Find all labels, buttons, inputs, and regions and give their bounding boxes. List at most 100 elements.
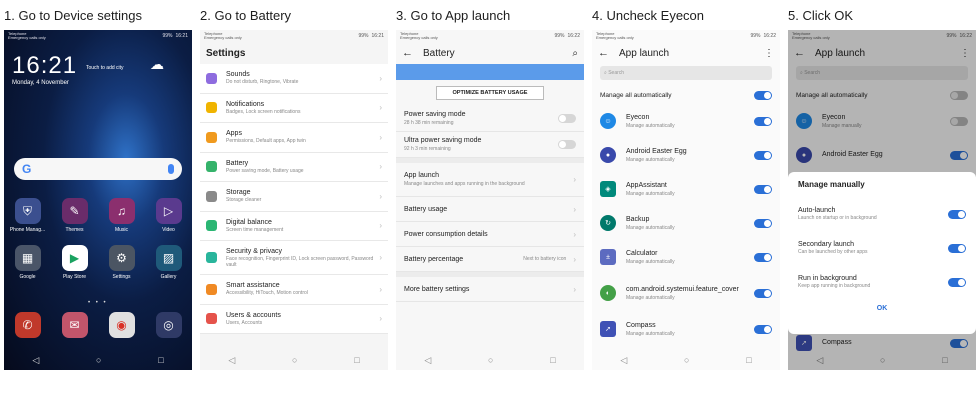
status-bar: Telephone Emergency calls only 99% 16:22	[396, 30, 584, 42]
search-icon[interactable]: ⌕	[572, 48, 578, 59]
home-circle-icon[interactable]: ○	[292, 355, 297, 365]
app-row-eyecon[interactable]: ☺ Eyecon Manage automatically	[592, 104, 780, 138]
item-sub: Screen time management	[226, 226, 284, 233]
item-label: Apps	[226, 130, 242, 138]
home-circle-icon[interactable]: ○	[684, 355, 689, 365]
add-city-link[interactable]: Touch to add city	[86, 65, 124, 71]
app-row-backup[interactable]: ↻ Backup Manage automatically	[592, 206, 780, 240]
back-triangle-icon[interactable]: ◁	[816, 355, 823, 366]
secondary-launch-row[interactable]: Secondary launch Can be launched by other…	[798, 231, 966, 265]
bell-icon	[206, 102, 217, 114]
app-name: Compass	[626, 321, 656, 329]
recents-square-icon[interactable]: □	[746, 355, 751, 365]
settings-item-smart-assistance[interactable]: Smart assistance Accessibility, HiTouch, …	[200, 275, 388, 305]
back-triangle-icon[interactable]: ◁	[228, 355, 235, 366]
run-in-background-toggle[interactable]	[948, 277, 966, 287]
settings-item-notifications[interactable]: Notifications Badges, Lock screen notific…	[200, 93, 388, 123]
app-settings[interactable]: ⚙ Settings	[98, 245, 145, 280]
phone-icon[interactable]: ✆	[14, 312, 41, 338]
app-sub: Manage automatically	[626, 156, 675, 163]
option-sub: Can be launched by other apps	[798, 249, 868, 255]
dialog-title: Manage manually	[798, 180, 865, 189]
more-battery-settings-row[interactable]: More battery settings ›	[396, 277, 584, 302]
settings-item-storage[interactable]: Storage Storage cleaner ›	[200, 182, 388, 212]
recents-square-icon[interactable]: □	[942, 355, 947, 365]
home-circle-icon[interactable]: ○	[488, 355, 493, 365]
power-saving-mode-row[interactable]: Power saving mode 28 h 38 min remaining	[396, 106, 584, 132]
search-input[interactable]: ⌕ Search	[600, 66, 772, 80]
power-saving-toggle[interactable]	[558, 114, 576, 123]
weather-cloud-icon[interactable]: ☁	[150, 56, 164, 73]
google-search-bar[interactable]: G	[14, 158, 182, 180]
backup-toggle[interactable]	[754, 218, 772, 228]
more-vertical-icon[interactable]: ⋮	[764, 48, 774, 59]
easter-egg-toggle[interactable]	[754, 150, 772, 160]
chevron-right-icon: ›	[379, 132, 382, 142]
recents-square-icon[interactable]: □	[158, 355, 163, 365]
battery-usage-row[interactable]: Battery usage ›	[396, 197, 584, 222]
app-row-calculator[interactable]: ± Calculator Manage automatically	[592, 240, 780, 274]
ok-button[interactable]: OK	[798, 305, 966, 312]
app-phone-manager[interactable]: ⛨ Phone Manag...	[4, 198, 51, 233]
settings-item-security[interactable]: Security & privacy Face recognition, Fing…	[200, 241, 388, 275]
app-music[interactable]: ♫ Music	[98, 198, 145, 233]
apps-grid-icon	[206, 131, 217, 143]
home-circle-icon[interactable]: ○	[96, 355, 101, 365]
settings-item-battery[interactable]: Battery Power saving mode, Battery usage ›	[200, 152, 388, 182]
compass-toggle[interactable]	[754, 324, 772, 334]
back-triangle-icon[interactable]: ◁	[620, 355, 627, 366]
app-google[interactable]: ▦ Google	[4, 245, 51, 280]
item-label: Security & privacy	[226, 247, 283, 255]
recents-square-icon[interactable]: □	[354, 355, 359, 365]
manage-all-toggle[interactable]	[754, 90, 772, 100]
ultra-power-saving-toggle[interactable]	[558, 140, 576, 149]
search-placeholder: Search	[608, 70, 625, 76]
app-label: Gallery	[160, 274, 177, 280]
eyecon-toggle[interactable]	[754, 116, 772, 126]
optimize-battery-button[interactable]: OPTIMIZE BATTERY USAGE	[436, 86, 544, 100]
nav-bar: ◁ ○ □	[788, 350, 976, 370]
settings-item-users-accounts[interactable]: Users & accounts Users, Accounts ›	[200, 304, 388, 334]
back-triangle-icon[interactable]: ◁	[424, 355, 431, 366]
home-circle-icon[interactable]: ○	[880, 355, 885, 365]
battery-percentage-row[interactable]: Battery percentage Next to battery icon ›	[396, 247, 584, 272]
back-arrow-icon[interactable]: ←	[402, 47, 413, 59]
calculator-toggle[interactable]	[754, 252, 772, 262]
app-row-compass[interactable]: ➚ Compass Manage automatically	[592, 312, 780, 346]
run-in-background-row[interactable]: Run in background Keep app running in bac…	[798, 265, 966, 299]
chevron-right-icon: ›	[379, 284, 382, 294]
systemui-cover-toggle[interactable]	[754, 288, 772, 298]
manage-all-row[interactable]: Manage all automatically	[592, 86, 780, 104]
auto-launch-toggle[interactable]	[948, 209, 966, 219]
settings-item-sounds[interactable]: Sounds Do not disturb, Ringtone, Vibrate ›	[200, 64, 388, 94]
camera-icon[interactable]: ◎	[155, 312, 182, 338]
option-sub: Keep app running in background	[798, 283, 871, 289]
settings-item-apps[interactable]: Apps Permissions, Default apps, App twin ›	[200, 123, 388, 153]
auto-launch-row[interactable]: Auto-launch Launch on startup or in backg…	[798, 197, 966, 231]
power-consumption-row[interactable]: Power consumption details ›	[396, 222, 584, 247]
back-arrow-icon[interactable]: ←	[598, 47, 609, 59]
status-right: 99% 16:21	[162, 33, 188, 39]
carrier-text: Telephone Emergency calls only	[8, 31, 46, 40]
ultra-power-saving-row[interactable]: Ultra power saving mode 92 h 3 min remain…	[396, 132, 584, 158]
item-sub: Accessibility, HiTouch, Motion control	[226, 290, 308, 297]
app-launch-row[interactable]: App launch Manage launches and apps runni…	[396, 163, 584, 197]
messages-icon[interactable]: ✉	[61, 312, 88, 338]
row-label: Manage all automatically	[600, 91, 672, 99]
settings-item-digital-balance[interactable]: Digital balance Screen time management ›	[200, 211, 388, 241]
microphone-icon[interactable]	[168, 164, 174, 174]
secondary-launch-toggle[interactable]	[948, 243, 966, 253]
appassistant-toggle[interactable]	[754, 184, 772, 194]
app-video[interactable]: ▷ Video	[145, 198, 192, 233]
gear-icon: ⚙	[108, 245, 135, 271]
app-label: Video	[162, 227, 175, 233]
app-gallery[interactable]: ▨ Gallery	[145, 245, 192, 280]
app-play-store[interactable]: ▶ Play Store	[51, 245, 98, 280]
app-themes[interactable]: ✎ Themes	[51, 198, 98, 233]
chrome-icon[interactable]: ◉	[108, 312, 135, 338]
app-row-appassistant[interactable]: ◈ AppAssistant Manage automatically	[592, 172, 780, 206]
back-triangle-icon[interactable]: ◁	[32, 355, 39, 366]
recents-square-icon[interactable]: □	[550, 355, 555, 365]
app-row-android-easter-egg[interactable]: ● Android Easter Egg Manage automatically	[592, 138, 780, 172]
app-row-systemui-cover[interactable]: ◐ com.android.systemui.feature_cover Manag…	[592, 274, 780, 312]
